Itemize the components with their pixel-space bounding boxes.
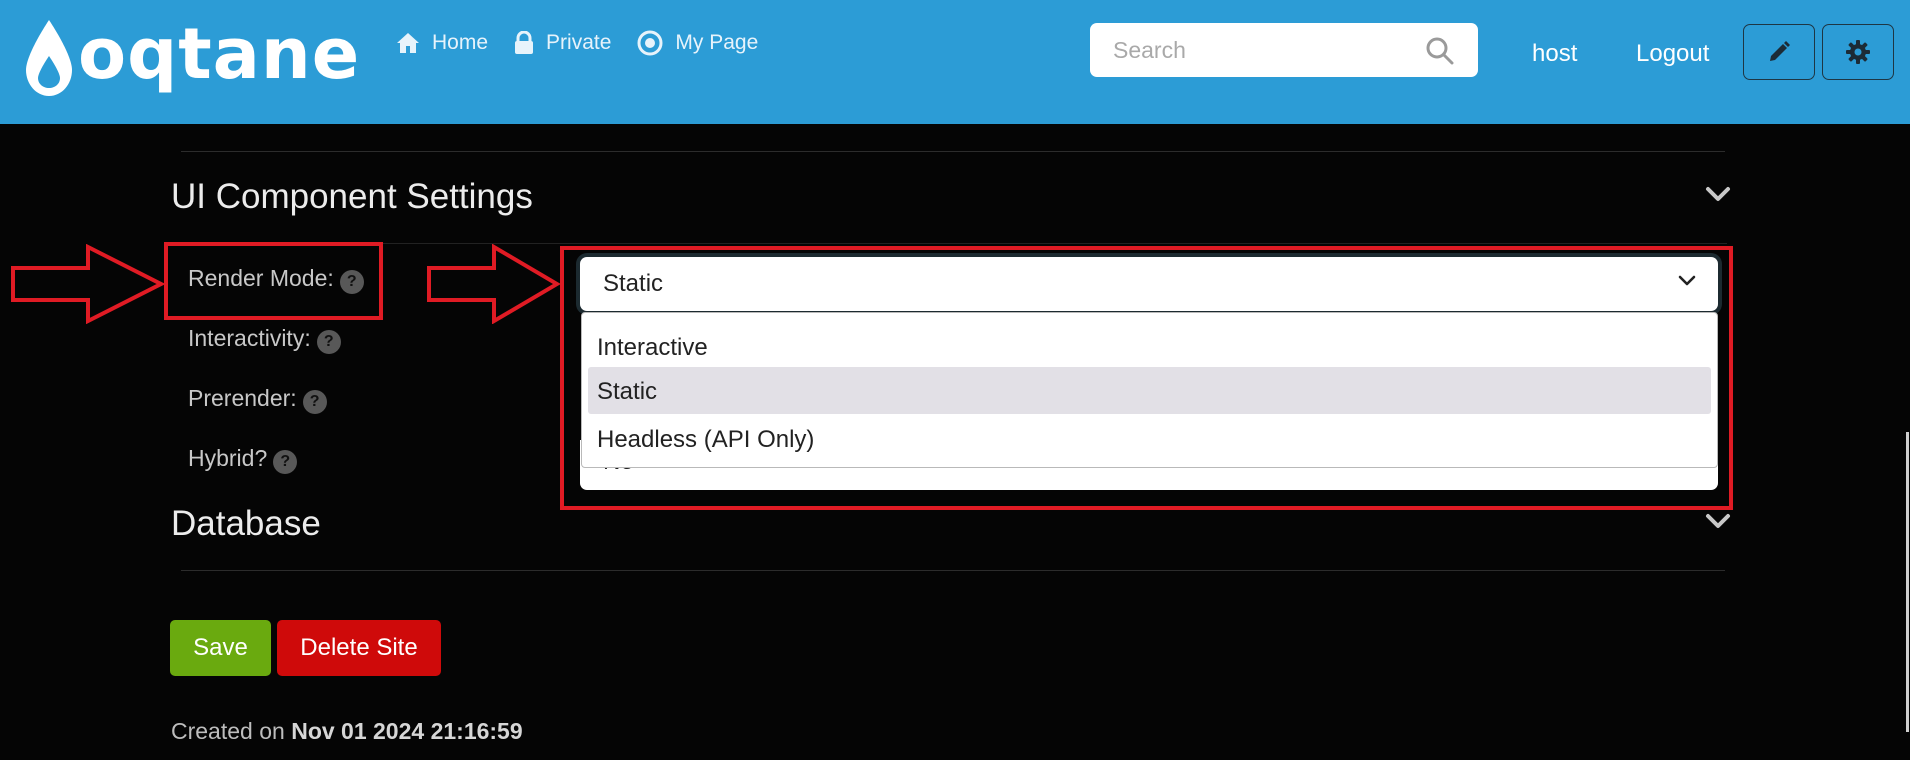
- page-scrollbar[interactable]: [1906, 432, 1909, 732]
- nav-item-private[interactable]: Private: [514, 30, 611, 56]
- nav-item-my-page[interactable]: My Page: [637, 30, 758, 56]
- home-icon: [397, 33, 419, 53]
- highlight-box-render-mode-select: [560, 246, 1733, 510]
- section-divider-top: [181, 151, 1725, 152]
- hybrid-label: Hybrid? ?: [188, 445, 298, 474]
- hybrid-label-text: Hybrid?: [188, 445, 268, 471]
- nav-item-my-page-label: My Page: [675, 31, 759, 54]
- search-icon[interactable]: [1426, 37, 1454, 65]
- delete-site-button[interactable]: Delete Site: [277, 620, 441, 676]
- brand-name: oqtane: [78, 13, 361, 95]
- droplet-logo-icon: [26, 20, 72, 96]
- main-nav: Home Private My Page: [396, 30, 758, 56]
- interactivity-label-text: Interactivity:: [188, 325, 311, 351]
- gear-icon: [1846, 40, 1870, 64]
- highlight-box-render-mode-label: [164, 242, 383, 320]
- chevron-down-icon[interactable]: [1705, 513, 1731, 531]
- created-date: Nov 01 2024 21:16:59: [291, 718, 523, 744]
- target-icon: [637, 30, 663, 56]
- arrow-right-icon: [427, 244, 560, 324]
- section-divider-database: [181, 570, 1725, 571]
- settings-button[interactable]: [1822, 24, 1894, 80]
- help-icon[interactable]: ?: [273, 449, 298, 474]
- chevron-down-icon[interactable]: [1705, 186, 1731, 204]
- prerender-label-text: Prerender:: [188, 385, 297, 411]
- created-info: Created on Nov 01 2024 21:16:59: [171, 718, 523, 745]
- section-title-database[interactable]: Database: [171, 504, 321, 544]
- edit-mode-button[interactable]: [1743, 24, 1815, 80]
- section-title-ui-component[interactable]: UI Component Settings: [171, 177, 533, 217]
- section-underline: [171, 243, 1727, 244]
- top-navbar: oqtane Home Private My Page Search host …: [0, 0, 1910, 124]
- logout-link[interactable]: Logout: [1636, 40, 1709, 68]
- prerender-label: Prerender: ?: [188, 385, 327, 414]
- nav-item-home-label: Home: [432, 31, 489, 54]
- oqtane-logo[interactable]: oqtane: [22, 18, 360, 98]
- help-icon[interactable]: ?: [302, 389, 327, 414]
- username-link[interactable]: host: [1532, 40, 1577, 68]
- nav-item-home[interactable]: Home: [396, 30, 488, 56]
- search-box: [1090, 23, 1478, 77]
- search-input[interactable]: [1090, 23, 1433, 77]
- arrow-right-icon: [11, 244, 164, 324]
- help-icon[interactable]: ?: [316, 329, 341, 354]
- pencil-icon: [1770, 41, 1790, 61]
- lock-icon: [515, 31, 534, 54]
- save-button[interactable]: Save: [170, 620, 271, 676]
- interactivity-label: Interactivity: ?: [188, 325, 341, 354]
- created-prefix: Created on: [171, 718, 285, 744]
- nav-item-private-label: Private: [546, 31, 612, 54]
